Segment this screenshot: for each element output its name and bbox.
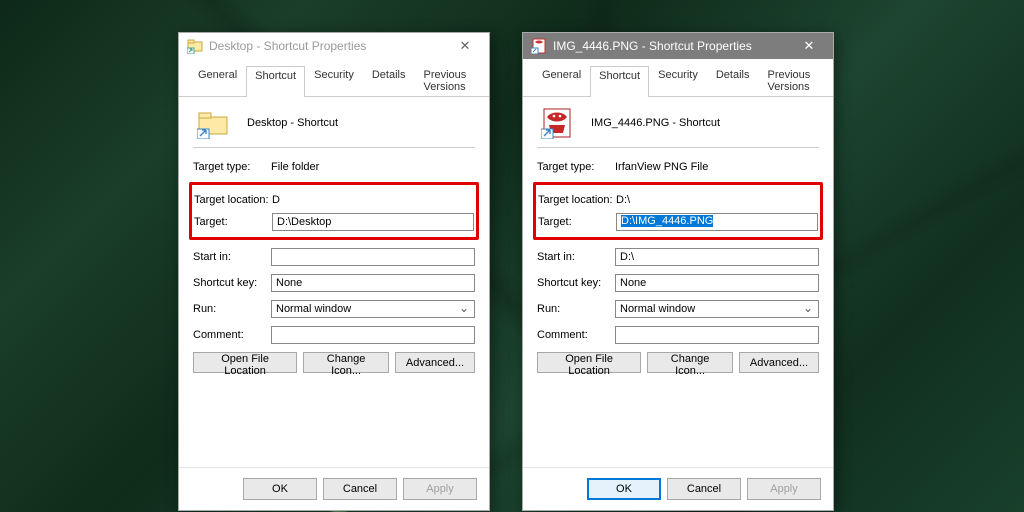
run-label: Run: xyxy=(537,303,615,315)
tab-details[interactable]: Details xyxy=(707,65,759,96)
start-in-row: Start in: xyxy=(537,246,819,268)
folder-shortcut-icon xyxy=(187,38,203,54)
ok-button[interactable]: OK xyxy=(243,478,317,500)
target-location-label: Target location: xyxy=(194,194,272,206)
apply-button[interactable]: Apply xyxy=(747,478,821,500)
comment-row: Comment: xyxy=(193,324,475,346)
advanced-button[interactable]: Advanced... xyxy=(739,352,819,373)
target-type-row: Target type: File folder xyxy=(193,156,475,178)
tab-security[interactable]: Security xyxy=(649,65,707,96)
dialog-footer: OK Cancel Apply xyxy=(523,467,833,510)
target-row: Target: D:\IMG_4446.PNG xyxy=(538,211,818,233)
properties-window-desktop: Desktop - Shortcut Properties ✕ General … xyxy=(178,32,490,511)
target-input[interactable]: D:\IMG_4446.PNG xyxy=(616,213,818,231)
tab-pane: Desktop - Shortcut Target type: File fol… xyxy=(179,97,489,377)
tab-security[interactable]: Security xyxy=(305,65,363,96)
properties-window-img4446: IMG_4446.PNG - Shortcut Properties ✕ Gen… xyxy=(522,32,834,511)
target-input-selected-text: D:\IMG_4446.PNG xyxy=(621,215,713,227)
comment-label: Comment: xyxy=(193,329,271,341)
desktop-background: Desktop - Shortcut Properties ✕ General … xyxy=(0,0,1024,512)
target-location-value: D:\ xyxy=(616,194,818,206)
run-select-value[interactable] xyxy=(271,300,475,318)
png-shortcut-icon xyxy=(531,38,547,54)
close-button[interactable]: ✕ xyxy=(445,34,485,58)
cancel-button[interactable]: Cancel xyxy=(667,478,741,500)
apply-button[interactable]: Apply xyxy=(403,478,477,500)
action-button-row: Open File Location Change Icon... Advanc… xyxy=(537,352,819,373)
run-select[interactable] xyxy=(615,300,819,318)
shortcut-key-row: Shortcut key: xyxy=(193,272,475,294)
start-in-label: Start in: xyxy=(537,251,615,263)
cancel-button[interactable]: Cancel xyxy=(323,478,397,500)
target-type-label: Target type: xyxy=(193,161,271,173)
target-location-value: D xyxy=(272,194,474,206)
window-title: Desktop - Shortcut Properties xyxy=(209,39,445,53)
shortcut-key-input[interactable] xyxy=(615,274,819,292)
change-icon-button[interactable]: Change Icon... xyxy=(647,352,733,373)
shortcut-key-label: Shortcut key: xyxy=(193,277,271,289)
tab-details[interactable]: Details xyxy=(363,65,415,96)
start-in-row: Start in: xyxy=(193,246,475,268)
target-location-row-clipped: Target location: D:\ xyxy=(538,189,818,211)
tab-general[interactable]: General xyxy=(189,65,246,96)
titlebar[interactable]: IMG_4446.PNG - Shortcut Properties ✕ xyxy=(523,33,833,59)
target-location-label: Target location: xyxy=(538,194,616,206)
action-button-row: Open File Location Change Icon... Advanc… xyxy=(193,352,475,373)
titlebar[interactable]: Desktop - Shortcut Properties ✕ xyxy=(179,33,489,59)
open-file-location-button[interactable]: Open File Location xyxy=(193,352,297,373)
start-in-label: Start in: xyxy=(193,251,271,263)
tab-previous-versions[interactable]: Previous Versions xyxy=(758,65,827,96)
comment-input[interactable] xyxy=(615,326,819,344)
target-row: Target: xyxy=(194,211,474,233)
run-label: Run: xyxy=(193,303,271,315)
shortcut-name: IMG_4446.PNG - Shortcut xyxy=(591,117,720,129)
run-select[interactable] xyxy=(271,300,475,318)
run-row: Run: xyxy=(537,298,819,320)
comment-row: Comment: xyxy=(537,324,819,346)
ok-button[interactable]: OK xyxy=(587,478,661,500)
run-select-value[interactable] xyxy=(615,300,819,318)
close-button[interactable]: ✕ xyxy=(789,34,829,58)
shortcut-key-label: Shortcut key: xyxy=(537,277,615,289)
target-type-row: Target type: IrfanView PNG File xyxy=(537,156,819,178)
shortcut-key-row: Shortcut key: xyxy=(537,272,819,294)
target-location-row-clipped: Target location: D xyxy=(194,189,474,211)
target-highlight-box: Target location: D:\ Target: D:\IMG_4446… xyxy=(533,182,823,240)
window-title: IMG_4446.PNG - Shortcut Properties xyxy=(553,39,789,53)
tab-previous-versions[interactable]: Previous Versions xyxy=(414,65,483,96)
tab-strip: General Shortcut Security Details Previo… xyxy=(523,59,833,97)
run-row: Run: xyxy=(193,298,475,320)
folder-icon xyxy=(197,107,229,139)
target-type-label: Target type: xyxy=(537,161,615,173)
target-type-value: IrfanView PNG File xyxy=(615,161,819,173)
target-input[interactable] xyxy=(272,213,474,231)
comment-label: Comment: xyxy=(537,329,615,341)
header-row: IMG_4446.PNG - Shortcut xyxy=(537,107,819,148)
tab-shortcut[interactable]: Shortcut xyxy=(590,66,649,97)
irfanview-png-icon xyxy=(541,107,573,139)
tab-strip: General Shortcut Security Details Previo… xyxy=(179,59,489,97)
tab-pane: IMG_4446.PNG - Shortcut Target type: Irf… xyxy=(523,97,833,377)
target-type-value: File folder xyxy=(271,161,475,173)
tab-general[interactable]: General xyxy=(533,65,590,96)
start-in-input[interactable] xyxy=(615,248,819,266)
shortcut-key-input[interactable] xyxy=(271,274,475,292)
open-file-location-button[interactable]: Open File Location xyxy=(537,352,641,373)
target-label: Target: xyxy=(538,216,616,228)
start-in-input[interactable] xyxy=(271,248,475,266)
target-highlight-box: Target location: D Target: xyxy=(189,182,479,240)
shortcut-name: Desktop - Shortcut xyxy=(247,117,338,129)
change-icon-button[interactable]: Change Icon... xyxy=(303,352,389,373)
advanced-button[interactable]: Advanced... xyxy=(395,352,475,373)
comment-input[interactable] xyxy=(271,326,475,344)
target-label: Target: xyxy=(194,216,272,228)
header-row: Desktop - Shortcut xyxy=(193,107,475,148)
dialog-footer: OK Cancel Apply xyxy=(179,467,489,510)
tab-shortcut[interactable]: Shortcut xyxy=(246,66,305,97)
